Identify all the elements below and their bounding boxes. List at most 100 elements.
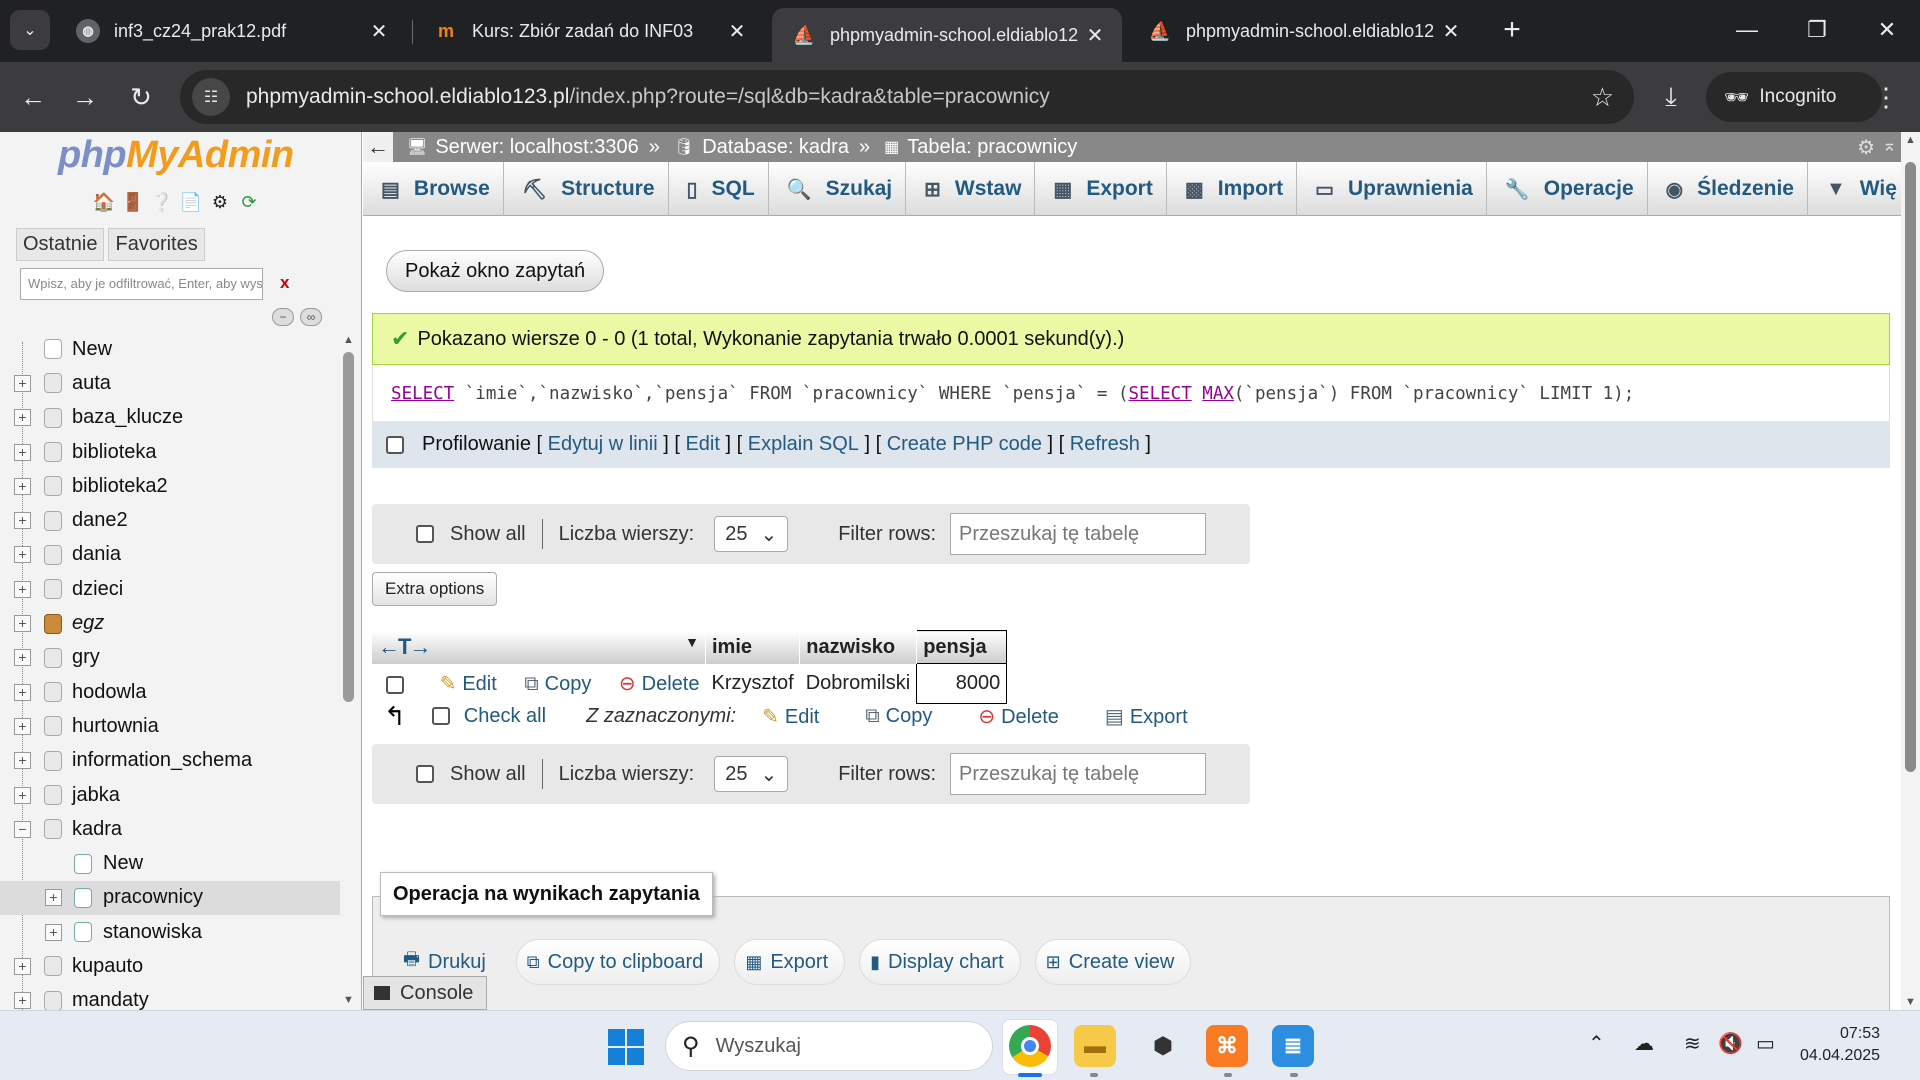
new-tab-button[interactable]: +	[1494, 12, 1530, 48]
scroll-down-arrow-icon[interactable]: ▼	[343, 994, 354, 1006]
gear-icon[interactable]: ⚙	[1857, 135, 1875, 160]
tree-item-label[interactable]: hodowla	[72, 681, 147, 704]
reload-button[interactable]: ↻	[120, 76, 162, 118]
tree-item-label[interactable]: egz	[72, 612, 104, 635]
tab-recent[interactable]: Ostatnie	[16, 228, 105, 261]
back-button[interactable]: ←	[12, 76, 54, 118]
tree-item-egz[interactable]: + egz	[0, 606, 340, 640]
volume-muted-icon[interactable]: 🔇	[1718, 1031, 1743, 1056]
virtualbox-icon[interactable]: ⬢	[1142, 1025, 1184, 1067]
filter-rows-input[interactable]: Przeszukaj tę tabelę	[950, 513, 1207, 555]
notepad-icon[interactable]: ≣	[1272, 1025, 1314, 1067]
rows-per-page-select[interactable]: 25 ⌄	[714, 516, 789, 552]
chart-button[interactable]: ▮ Display chart	[859, 939, 1021, 985]
tree-item-jabka[interactable]: + jabka	[0, 778, 340, 812]
forward-button[interactable]: →	[64, 76, 106, 118]
close-icon[interactable]: ✕	[726, 19, 748, 44]
tree-item-dzieci[interactable]: + dzieci	[0, 572, 340, 606]
expand-icon[interactable]: +	[14, 752, 31, 770]
tree-item-label[interactable]: dania	[72, 543, 121, 566]
cloud-icon[interactable]: ☁	[1634, 1031, 1654, 1056]
download-icon[interactable]: ⤓	[1650, 76, 1692, 118]
expand-icon[interactable]: +	[14, 957, 31, 975]
check-all-label[interactable]: Check all	[464, 705, 546, 728]
tree-item-label[interactable]: pracownicy	[103, 886, 203, 909]
collapse-all-icon[interactable]: −	[272, 308, 294, 326]
breadcrumb-database[interactable]: Database: kadra	[702, 136, 849, 159]
expand-icon[interactable]: +	[14, 580, 31, 598]
minimize-button[interactable]: —	[1722, 10, 1772, 50]
profiling-checkbox[interactable]	[386, 435, 404, 454]
expand-icon[interactable]: +	[14, 717, 31, 735]
clipboard-button[interactable]: ⧉ Copy to clipboard	[515, 939, 721, 985]
logout-icon[interactable]: 🚪	[121, 190, 145, 214]
edit-link[interactable]: Edit	[685, 433, 719, 456]
nav-scroll-thumb[interactable]	[343, 352, 354, 702]
expand-icon[interactable]: +	[45, 889, 62, 907]
column-arrows-icon[interactable]: ←T→	[378, 634, 431, 659]
filter-rows-input[interactable]: Przeszukaj tę tabelę	[950, 753, 1207, 795]
browser-tab-2[interactable]: m Kurs: Zbiór zadań do INF03 ✕	[414, 8, 764, 54]
expand-icon[interactable]: +	[14, 683, 31, 701]
address-bar[interactable]: ☷ phpmyadmin-school.eldiablo123.pl/index…	[180, 70, 1634, 124]
tab-structure[interactable]: ⛏ Structure	[504, 162, 669, 216]
tab-privileges[interactable]: ▭ Uprawnienia	[1297, 162, 1487, 216]
scroll-down-arrow-icon[interactable]: ▼	[1905, 996, 1916, 1008]
expand-icon[interactable]: +	[14, 443, 31, 461]
restore-button[interactable]: ❐	[1792, 10, 1842, 50]
bulk-copy-button[interactable]: ⧉ Copy	[865, 705, 932, 728]
tab-eye[interactable]: ◉ Śledzenie	[1648, 162, 1808, 216]
row-copy-button[interactable]: ⧉ Copy	[524, 673, 591, 695]
row-checkbox[interactable]	[386, 675, 404, 694]
tree-item-new[interactable]: New	[0, 332, 340, 366]
link-with-main-icon[interactable]: ∞	[300, 308, 322, 326]
scroll-up-arrow-icon[interactable]: ▲	[343, 334, 354, 346]
incognito-badge[interactable]: 🕶 Incognito	[1706, 72, 1882, 122]
system-clock[interactable]: 07:53 04.04.2025	[1800, 1023, 1880, 1067]
taskbar-search[interactable]: ⚲ Wyszukaj	[665, 1021, 993, 1071]
tree-item-pracownicy[interactable]: + pracownicy	[0, 880, 340, 916]
close-window-button[interactable]: ✕	[1862, 10, 1912, 50]
tree-item-new[interactable]: New	[0, 846, 340, 880]
tree-item-label[interactable]: New	[103, 852, 143, 875]
tree-item-biblioteka2[interactable]: + biblioteka2	[0, 469, 340, 503]
breadcrumb-server[interactable]: Serwer: localhost:3306	[435, 136, 638, 159]
expand-icon[interactable]: +	[14, 786, 31, 804]
tree-item-label[interactable]: New	[72, 338, 112, 361]
collapse-icon[interactable]: −	[14, 820, 31, 838]
browser-tab-3-active[interactable]: ⛵ phpmyadmin-school.eldiablo12 ✕	[772, 8, 1122, 62]
show-all-checkbox[interactable]	[416, 525, 434, 543]
db-filter-input[interactable]: Wpisz, aby je odfiltrować, Enter, aby wy…	[20, 268, 263, 300]
tree-item-label[interactable]: dzieci	[72, 578, 123, 601]
close-icon[interactable]: ✕	[1084, 23, 1106, 48]
tab-browse[interactable]: ▤ Browse	[363, 162, 504, 216]
expand-icon[interactable]: +	[14, 546, 31, 564]
export-button[interactable]: ▦ Export	[734, 939, 846, 985]
breadcrumb-table[interactable]: Tabela: pracownicy	[907, 136, 1077, 159]
rows-per-page-select[interactable]: 25 ⌄	[714, 756, 789, 792]
tree-item-label[interactable]: biblioteka	[72, 441, 157, 464]
edit-inline-link[interactable]: Edytuj w linii	[548, 433, 658, 456]
tab-export[interactable]: ▦ Export	[1035, 162, 1167, 216]
tab-search[interactable]: 🔍 Szukaj	[769, 162, 907, 216]
bulk-export-button[interactable]: ▤ Export	[1105, 704, 1188, 729]
tab-insert[interactable]: ⊞ Wstaw	[906, 162, 1036, 216]
expand-icon[interactable]: +	[14, 649, 31, 667]
site-info-icon[interactable]: ☷	[192, 78, 230, 116]
tree-item-label[interactable]: kupauto	[72, 955, 143, 978]
bulk-delete-button[interactable]: ⊖ Delete	[978, 704, 1059, 729]
expand-icon[interactable]: +	[14, 477, 31, 495]
pma-logo[interactable]: phpMyAdmin	[58, 134, 294, 177]
tree-item-baza_klucze[interactable]: + baza_klucze	[0, 401, 340, 435]
refresh-link[interactable]: Refresh	[1070, 433, 1140, 456]
browser-tab-1[interactable]: ◍ inf3_cz24_prak12.pdf ✕	[56, 8, 406, 54]
file-explorer-icon[interactable]: ▬	[1074, 1025, 1116, 1067]
tree-item-gry[interactable]: + gry	[0, 641, 340, 675]
row-edit-button[interactable]: ✎ Edit	[440, 673, 497, 695]
create-php-code-link[interactable]: Create PHP code	[887, 433, 1042, 456]
tree-item-biblioteka[interactable]: + biblioteka	[0, 435, 340, 469]
main-scroll-thumb[interactable]	[1905, 162, 1916, 772]
show-all-checkbox[interactable]	[416, 765, 434, 783]
chrome-icon[interactable]	[1009, 1025, 1051, 1067]
executed-sql-query[interactable]: SELECT `imie`,`nazwisko`,`pensja` FROM `…	[372, 366, 1890, 421]
